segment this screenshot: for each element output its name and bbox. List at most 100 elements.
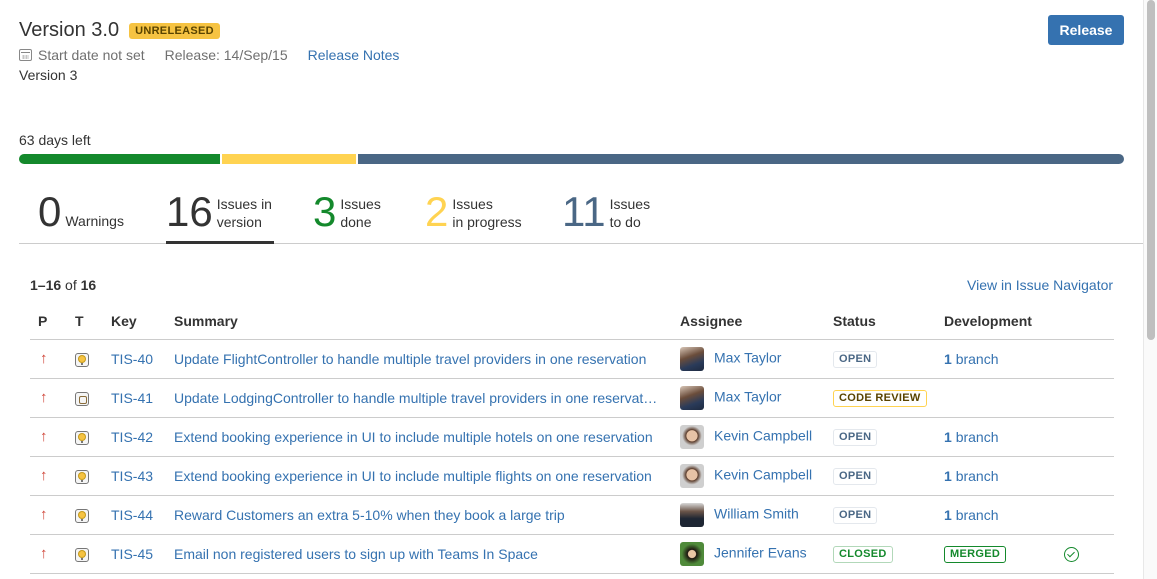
release-notes-link[interactable]: Release Notes <box>308 47 400 63</box>
column-header-extra <box>1062 303 1114 340</box>
warnings-count: 0 <box>38 188 62 235</box>
branch-link[interactable]: 1 branch <box>944 351 999 367</box>
table-row[interactable]: ↑ TIS-43 Extend booking experience in UI… <box>30 456 1114 496</box>
improvement-type-icon <box>75 547 89 562</box>
improvement-type-icon <box>75 508 89 523</box>
unreleased-badge: UNRELEASED <box>129 22 220 39</box>
column-header-summary[interactable]: Summary <box>174 303 680 340</box>
issue-key-link[interactable]: TIS-45 <box>111 546 153 562</box>
issue-stats: 0 Warnings 16 Issues in version 3 Issues d… <box>19 186 1143 244</box>
improvement-type-icon <box>75 469 89 484</box>
avatar <box>680 385 704 410</box>
improvement-type-icon <box>75 430 89 445</box>
task-type-icon <box>75 391 89 406</box>
status-badge: OPEN <box>833 507 878 524</box>
table-row[interactable]: ↑ TIS-40 Update FlightController to hand… <box>30 339 1114 379</box>
issue-summary-link[interactable]: Extend booking experience in UI to inclu… <box>174 429 653 445</box>
priority-high-icon: ↑ <box>40 389 48 406</box>
branch-link[interactable]: 1 branch <box>944 507 999 523</box>
issue-key-link[interactable]: TIS-43 <box>111 468 153 484</box>
stat-issues-in-progress[interactable]: 2 Issues in progress <box>425 186 522 244</box>
issue-key-link[interactable]: TIS-41 <box>111 390 153 406</box>
issues-table: P T Key Summary Assignee Status Developm… <box>30 303 1114 574</box>
table-row[interactable]: ↑ TIS-44 Reward Customers an extra 5-10%… <box>30 495 1114 535</box>
version-meta: Start date not set Release: 14/Sep/15 Re… <box>19 47 399 63</box>
table-row[interactable]: ↑ TIS-41 Update LodgingController to han… <box>30 378 1114 418</box>
table-header-row: P T Key Summary Assignee Status Developm… <box>30 303 1114 340</box>
assignee-link[interactable]: Kevin Campbell <box>714 427 812 443</box>
avatar <box>680 346 704 371</box>
calendar-icon <box>19 49 32 61</box>
assignee-link[interactable]: Jennifer Evans <box>714 544 807 560</box>
status-badge: CLOSED <box>833 546 893 563</box>
issue-summary-link[interactable]: Update LodgingController to handle multi… <box>174 390 657 406</box>
warnings-label: Warnings <box>65 213 124 229</box>
table-row[interactable]: ↑ TIS-42 Extend booking experience in UI… <box>30 417 1114 457</box>
start-date: Start date not set <box>38 47 145 63</box>
stat-issues-in-version[interactable]: 16 Issues in version <box>166 186 274 244</box>
issues-in-progress-label: Issues in progress <box>452 196 522 230</box>
status-badge: OPEN <box>833 429 878 446</box>
issues-in-version-label: Issues in version <box>216 196 272 230</box>
issues-to-do-count: 11 <box>562 188 606 235</box>
priority-high-icon: ↑ <box>40 428 48 445</box>
merged-badge[interactable]: MERGED <box>944 546 1007 563</box>
assignee-link[interactable]: Kevin Campbell <box>714 466 812 482</box>
column-header-key[interactable]: Key <box>111 303 174 340</box>
column-header-assignee[interactable]: Assignee <box>680 303 833 340</box>
column-header-type[interactable]: T <box>75 303 111 340</box>
branch-link[interactable]: 1 branch <box>944 429 999 445</box>
check-circle-icon <box>1064 546 1079 562</box>
issues-done-label: Issues done <box>340 196 381 230</box>
issues-done-count: 3 <box>313 188 337 235</box>
status-badge: OPEN <box>833 468 878 485</box>
column-header-priority[interactable]: P <box>30 303 75 340</box>
release-button[interactable]: Release <box>1048 15 1124 45</box>
progress-done-segment[interactable] <box>19 154 220 164</box>
avatar <box>680 424 704 449</box>
issue-key-link[interactable]: TIS-44 <box>111 507 153 523</box>
issue-summary-link[interactable]: Update FlightController to handle multip… <box>174 351 646 367</box>
status-badge: CODE REVIEW <box>833 390 927 407</box>
assignee-link[interactable]: Max Taylor <box>714 388 781 404</box>
stat-issues-done[interactable]: 3 Issues done <box>313 186 381 244</box>
issues-to-do-label: Issues to do <box>609 196 651 230</box>
issue-key-link[interactable]: TIS-42 <box>111 429 153 445</box>
table-row[interactable]: ↑ TIS-45 Email non registered users to s… <box>30 534 1114 574</box>
view-in-issue-navigator-link[interactable]: View in Issue Navigator <box>967 277 1113 293</box>
stat-warnings[interactable]: 0 Warnings <box>38 186 124 244</box>
issues-in-progress-count: 2 <box>425 188 449 235</box>
issues-in-version-count: 16 <box>166 188 213 235</box>
version-description: Version 3 <box>19 67 78 83</box>
issue-summary-link[interactable]: Extend booking experience in UI to inclu… <box>174 468 652 484</box>
version-title: Version 3.0 <box>19 19 120 41</box>
scrollbar-thumb[interactable] <box>1147 0 1155 340</box>
priority-high-icon: ↑ <box>40 467 48 484</box>
assignee-link[interactable]: Max Taylor <box>714 349 781 365</box>
issue-summary-link[interactable]: Email non registered users to sign up wi… <box>174 546 538 562</box>
release-date: Release: 14/Sep/15 <box>164 47 288 63</box>
branch-link[interactable]: 1 branch <box>944 468 999 484</box>
version-progress-bar <box>19 154 1124 164</box>
priority-high-icon: ↑ <box>40 506 48 523</box>
column-header-status[interactable]: Status <box>833 303 944 340</box>
issue-summary-link[interactable]: Reward Customers an extra 5-10% when the… <box>174 507 565 523</box>
avatar <box>680 463 704 488</box>
version-header: Version 3.0 UNRELEASED <box>19 19 220 42</box>
progress-in-progress-segment[interactable] <box>222 154 356 164</box>
column-header-development[interactable]: Development <box>944 303 1062 340</box>
days-left: 63 days left <box>19 132 91 148</box>
progress-todo-segment[interactable] <box>358 154 1124 164</box>
status-badge: OPEN <box>833 351 878 368</box>
vertical-scrollbar[interactable] <box>1143 0 1157 579</box>
priority-high-icon: ↑ <box>40 350 48 367</box>
avatar <box>680 541 704 566</box>
assignee-link[interactable]: William Smith <box>714 505 799 521</box>
improvement-type-icon <box>75 352 89 367</box>
results-count: 1–16 of 16 <box>30 277 97 293</box>
priority-high-icon: ↑ <box>40 545 48 562</box>
avatar <box>680 502 704 527</box>
issue-key-link[interactable]: TIS-40 <box>111 351 153 367</box>
version-page: Version 3.0 UNRELEASED Start date not se… <box>0 0 1143 579</box>
stat-issues-to-do[interactable]: 11 Issues to do <box>562 186 650 244</box>
